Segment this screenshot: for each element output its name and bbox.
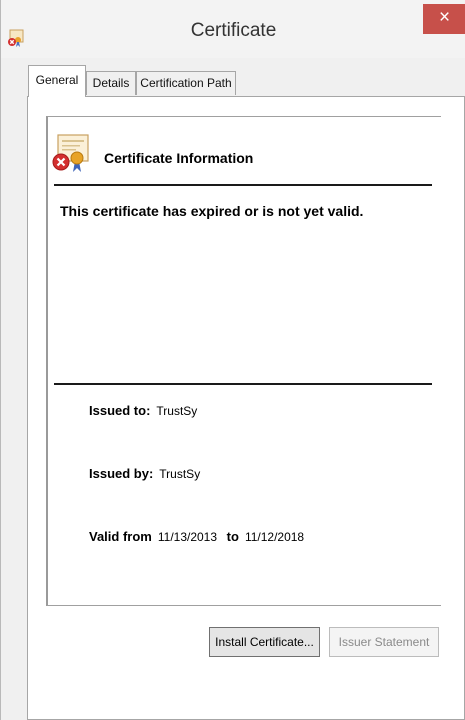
validity-row: Valid from 11/13/2013 to 11/12/2018	[89, 529, 304, 544]
certificate-error-icon	[52, 134, 89, 172]
install-certificate-button[interactable]: Install Certificate...	[209, 627, 320, 657]
tab-certification-path[interactable]: Certification Path	[136, 71, 236, 95]
issuer-statement-button[interactable]: Issuer Statement	[329, 627, 439, 657]
issued-by-label: Issued by:	[89, 466, 154, 481]
valid-from-label: Valid from	[89, 529, 152, 544]
issued-by-value: TrustSy	[159, 467, 201, 481]
divider	[54, 184, 432, 186]
close-icon[interactable]: ×	[439, 7, 450, 28]
issued-by-row: Issued by: TrustSy	[89, 466, 200, 481]
certificate-status-message: This certificate has expired or is not y…	[60, 203, 364, 219]
valid-from-value: 11/13/2013	[157, 530, 218, 544]
tab-general[interactable]: General	[28, 65, 86, 97]
valid-to-value: 11/12/2018	[244, 530, 305, 544]
close-button[interactable]: ×	[423, 4, 465, 34]
divider	[54, 383, 432, 385]
valid-to-label: to	[226, 529, 239, 544]
tab-details[interactable]: Details	[86, 71, 136, 95]
issued-to-label: Issued to:	[89, 403, 151, 418]
certificate-info-heading: Certificate Information	[104, 150, 254, 166]
certificate-dialog: Certificate × General Details Certificat…	[0, 0, 465, 720]
issued-to-row: Issued to: TrustSy	[89, 403, 197, 418]
title-bar: Certificate ×	[1, 0, 465, 58]
window-title: Certificate	[190, 20, 277, 41]
issued-to-value: TrustSy	[156, 404, 198, 418]
